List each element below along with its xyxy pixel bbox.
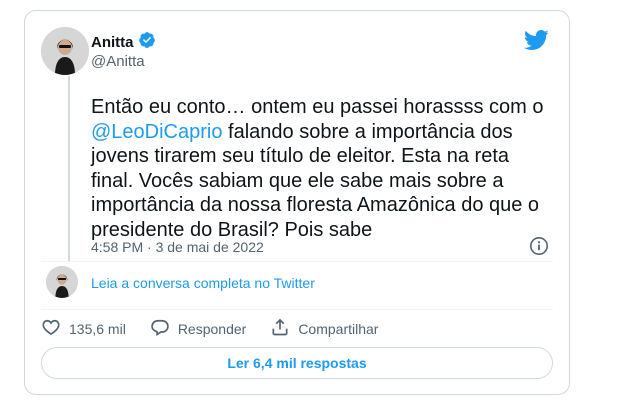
info-icon[interactable] bbox=[529, 236, 549, 261]
verified-badge-icon bbox=[138, 31, 156, 54]
heart-icon bbox=[41, 317, 61, 340]
read-replies-label: Ler 6,4 mil respostas bbox=[227, 355, 367, 371]
mention-link[interactable]: @LeoDiCaprio bbox=[91, 121, 222, 143]
reply-button[interactable]: Responder bbox=[150, 317, 247, 340]
like-count: 135,6 mil bbox=[69, 320, 126, 337]
avatar-image bbox=[41, 27, 89, 75]
action-bar: 135,6 mil Responder Compartilhar bbox=[41, 317, 402, 340]
thread-line bbox=[68, 76, 70, 262]
tweet-text-before: Então eu conto… ontem eu passei horassss… bbox=[91, 96, 544, 118]
share-button[interactable]: Compartilhar bbox=[270, 317, 378, 340]
like-button[interactable]: 135,6 mil bbox=[41, 317, 126, 340]
share-label: Compartilhar bbox=[298, 320, 379, 337]
divider bbox=[41, 261, 553, 262]
reply-label: Responder bbox=[177, 320, 247, 337]
conversation-avatar[interactable] bbox=[46, 266, 78, 298]
tweet-timestamp[interactable]: 4:58 PM · 3 de mai de 2022 bbox=[91, 239, 264, 255]
share-icon bbox=[270, 317, 290, 340]
read-replies-button[interactable]: Ler 6,4 mil respostas bbox=[41, 347, 553, 379]
tweet-text: Então eu conto… ontem eu passei horassss… bbox=[91, 95, 553, 242]
reply-icon bbox=[150, 317, 170, 340]
divider bbox=[41, 309, 553, 310]
tweet-card: Anitta @Anitta Então eu conto… ontem eu … bbox=[24, 10, 570, 395]
author-name-row[interactable]: Anitta bbox=[91, 31, 156, 54]
twitter-bird-icon[interactable] bbox=[523, 29, 549, 56]
conversation-link[interactable]: Leia a conversa completa no Twitter bbox=[91, 275, 315, 291]
avatar[interactable] bbox=[41, 27, 89, 75]
author-handle[interactable]: @Anitta bbox=[91, 53, 145, 70]
author-name[interactable]: Anitta bbox=[91, 34, 134, 51]
